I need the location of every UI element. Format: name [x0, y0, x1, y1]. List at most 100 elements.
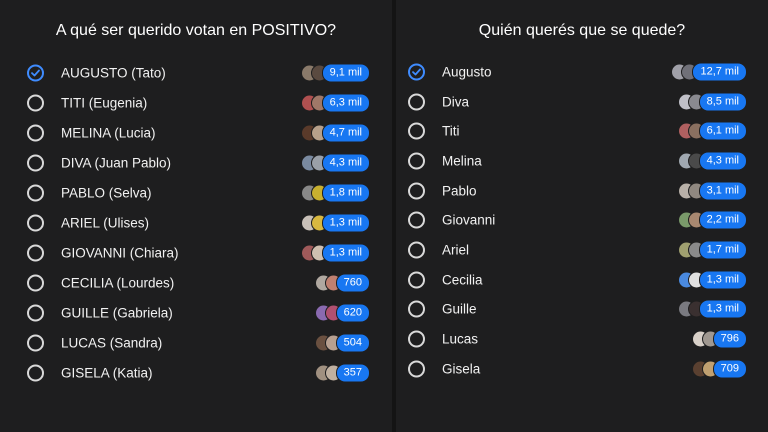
vote-summary[interactable]: 504 — [314, 333, 370, 353]
option-label: MELINA (Lucia) — [61, 125, 156, 141]
vote-count-badge: 1,3 mil — [698, 270, 747, 290]
poll-option[interactable]: ARIEL (Ulises) 1,3 mil — [0, 208, 392, 238]
radio-icon[interactable] — [27, 274, 44, 292]
vote-summary[interactable]: 1,3 mil — [677, 299, 747, 319]
vote-summary[interactable]: 1,3 mil — [300, 243, 370, 263]
poll-option[interactable]: PABLO (Selva) 1,8 mil — [0, 178, 392, 208]
vote-summary[interactable]: 6,3 mil — [300, 93, 370, 113]
option-label: Melina — [442, 153, 482, 169]
poll-option[interactable]: GISELA (Katia) 357 — [0, 358, 392, 388]
option-label: Guille — [442, 301, 477, 317]
poll-option[interactable]: Guille 1,3 mil — [396, 295, 768, 325]
option-label: PABLO (Selva) — [61, 185, 152, 201]
radio-icon[interactable] — [27, 124, 44, 142]
checked-radio-icon[interactable] — [27, 64, 44, 82]
poll-option[interactable]: DIVA (Juan Pablo) 4,3 mil — [0, 148, 392, 178]
poll-options-list: AUGUSTO (Tato) 9,1 mil TITI (Eugenia) 6,3 m… — [0, 58, 392, 388]
vote-count-badge: 2,2 mil — [698, 210, 747, 230]
vote-count-badge: 357 — [335, 363, 370, 383]
radio-icon[interactable] — [408, 360, 425, 378]
radio-icon[interactable] — [408, 271, 425, 289]
poll-option[interactable]: Lucas 796 — [396, 324, 768, 354]
vote-summary[interactable]: 1,7 mil — [677, 240, 747, 260]
radio-icon[interactable] — [408, 122, 425, 140]
radio-icon[interactable] — [408, 93, 425, 111]
radio-icon[interactable] — [27, 244, 44, 262]
poll-option[interactable]: Diva 8,5 mil — [396, 87, 768, 117]
option-label: GISELA (Katia) — [61, 365, 153, 381]
vote-count-badge: 1,8 mil — [321, 183, 370, 203]
poll-option[interactable]: Augusto 12,7 mil — [396, 57, 768, 87]
radio-icon[interactable] — [27, 304, 44, 322]
vote-count-badge: 760 — [335, 273, 370, 293]
poll-option[interactable]: Pablo 3,1 mil — [396, 176, 768, 206]
radio-icon[interactable] — [27, 214, 44, 232]
vote-count-badge: 8,5 mil — [698, 92, 747, 112]
radio-icon[interactable] — [27, 364, 44, 382]
radio-icon[interactable] — [408, 182, 425, 200]
vote-count-badge: 796 — [712, 329, 747, 349]
vote-count-badge: 6,1 mil — [698, 121, 747, 141]
vote-count-badge: 1,7 mil — [698, 240, 747, 260]
poll-option[interactable]: CECILIA (Lourdes) 760 — [0, 268, 392, 298]
poll-option[interactable]: Titi 6,1 mil — [396, 116, 768, 146]
poll-option[interactable]: AUGUSTO (Tato) 9,1 mil — [0, 58, 392, 88]
vote-summary[interactable]: 357 — [314, 363, 370, 383]
poll-option[interactable]: Gisela 709 — [396, 354, 768, 384]
vote-summary[interactable]: 4,3 mil — [677, 151, 747, 171]
option-label: Gisela — [442, 361, 481, 377]
poll-option[interactable]: MELINA (Lucia) 4,7 mil — [0, 118, 392, 148]
vote-summary[interactable]: 1,3 mil — [300, 213, 370, 233]
vote-summary[interactable]: 8,5 mil — [677, 92, 747, 112]
option-label: Ariel — [442, 242, 470, 258]
radio-icon[interactable] — [408, 330, 425, 348]
vote-summary[interactable]: 4,7 mil — [300, 123, 370, 143]
radio-icon[interactable] — [27, 94, 44, 112]
vote-count-badge: 709 — [712, 359, 747, 379]
vote-summary[interactable]: 709 — [691, 359, 747, 379]
vote-summary[interactable]: 796 — [691, 329, 747, 349]
poll-option[interactable]: Cecilia 1,3 mil — [396, 265, 768, 295]
vote-count-badge: 6,3 mil — [321, 93, 370, 113]
poll-option[interactable]: Melina 4,3 mil — [396, 146, 768, 176]
option-label: Lucas — [442, 331, 479, 347]
option-label: Titi — [442, 123, 460, 139]
vote-summary[interactable]: 3,1 mil — [677, 181, 747, 201]
poll-option[interactable]: GIOVANNI (Chiara) 1,3 mil — [0, 238, 392, 268]
poll-title: Quién querés que se quede? — [478, 22, 686, 39]
vote-summary[interactable]: 12,7 mil — [671, 62, 747, 82]
option-label: Giovanni — [442, 212, 496, 228]
radio-icon[interactable] — [27, 184, 44, 202]
checked-radio-icon[interactable] — [408, 63, 425, 81]
option-label: Pablo — [442, 183, 477, 199]
vote-summary[interactable]: 2,2 mil — [677, 210, 747, 230]
vote-count-badge: 1,3 mil — [321, 213, 370, 233]
vote-summary[interactable]: 9,1 mil — [300, 63, 370, 83]
poll-option[interactable]: LUCAS (Sandra) 504 — [0, 328, 392, 358]
radio-icon[interactable] — [27, 154, 44, 172]
radio-icon[interactable] — [27, 334, 44, 352]
poll-option[interactable]: Giovanni 2,2 mil — [396, 205, 768, 235]
radio-icon[interactable] — [408, 152, 425, 170]
vote-summary[interactable]: 620 — [314, 303, 370, 323]
option-label: AUGUSTO (Tato) — [61, 65, 166, 81]
poll-card-stay: Quién querés que se quede? Augusto 12,7 m… — [396, 0, 768, 432]
option-label: GIOVANNI (Chiara) — [61, 245, 179, 261]
option-label: Diva — [442, 94, 470, 110]
vote-summary[interactable]: 1,8 mil — [300, 183, 370, 203]
vote-summary[interactable]: 760 — [314, 273, 370, 293]
poll-option[interactable]: GUILLE (Gabriela) 620 — [0, 298, 392, 328]
poll-option[interactable]: Ariel 1,7 mil — [396, 235, 768, 265]
radio-icon[interactable] — [408, 211, 425, 229]
option-label: DIVA (Juan Pablo) — [61, 155, 172, 171]
radio-icon[interactable] — [408, 300, 425, 318]
vote-summary[interactable]: 4,3 mil — [300, 153, 370, 173]
vote-count-badge: 1,3 mil — [698, 299, 747, 319]
option-label: CECILIA (Lourdes) — [61, 275, 175, 291]
poll-option[interactable]: TITI (Eugenia) 6,3 mil — [0, 88, 392, 118]
radio-icon[interactable] — [408, 241, 425, 259]
vote-summary[interactable]: 1,3 mil — [677, 270, 747, 290]
vote-summary[interactable]: 6,1 mil — [677, 121, 747, 141]
vote-count-badge: 3,1 mil — [698, 181, 747, 201]
option-label: ARIEL (Ulises) — [61, 215, 150, 231]
